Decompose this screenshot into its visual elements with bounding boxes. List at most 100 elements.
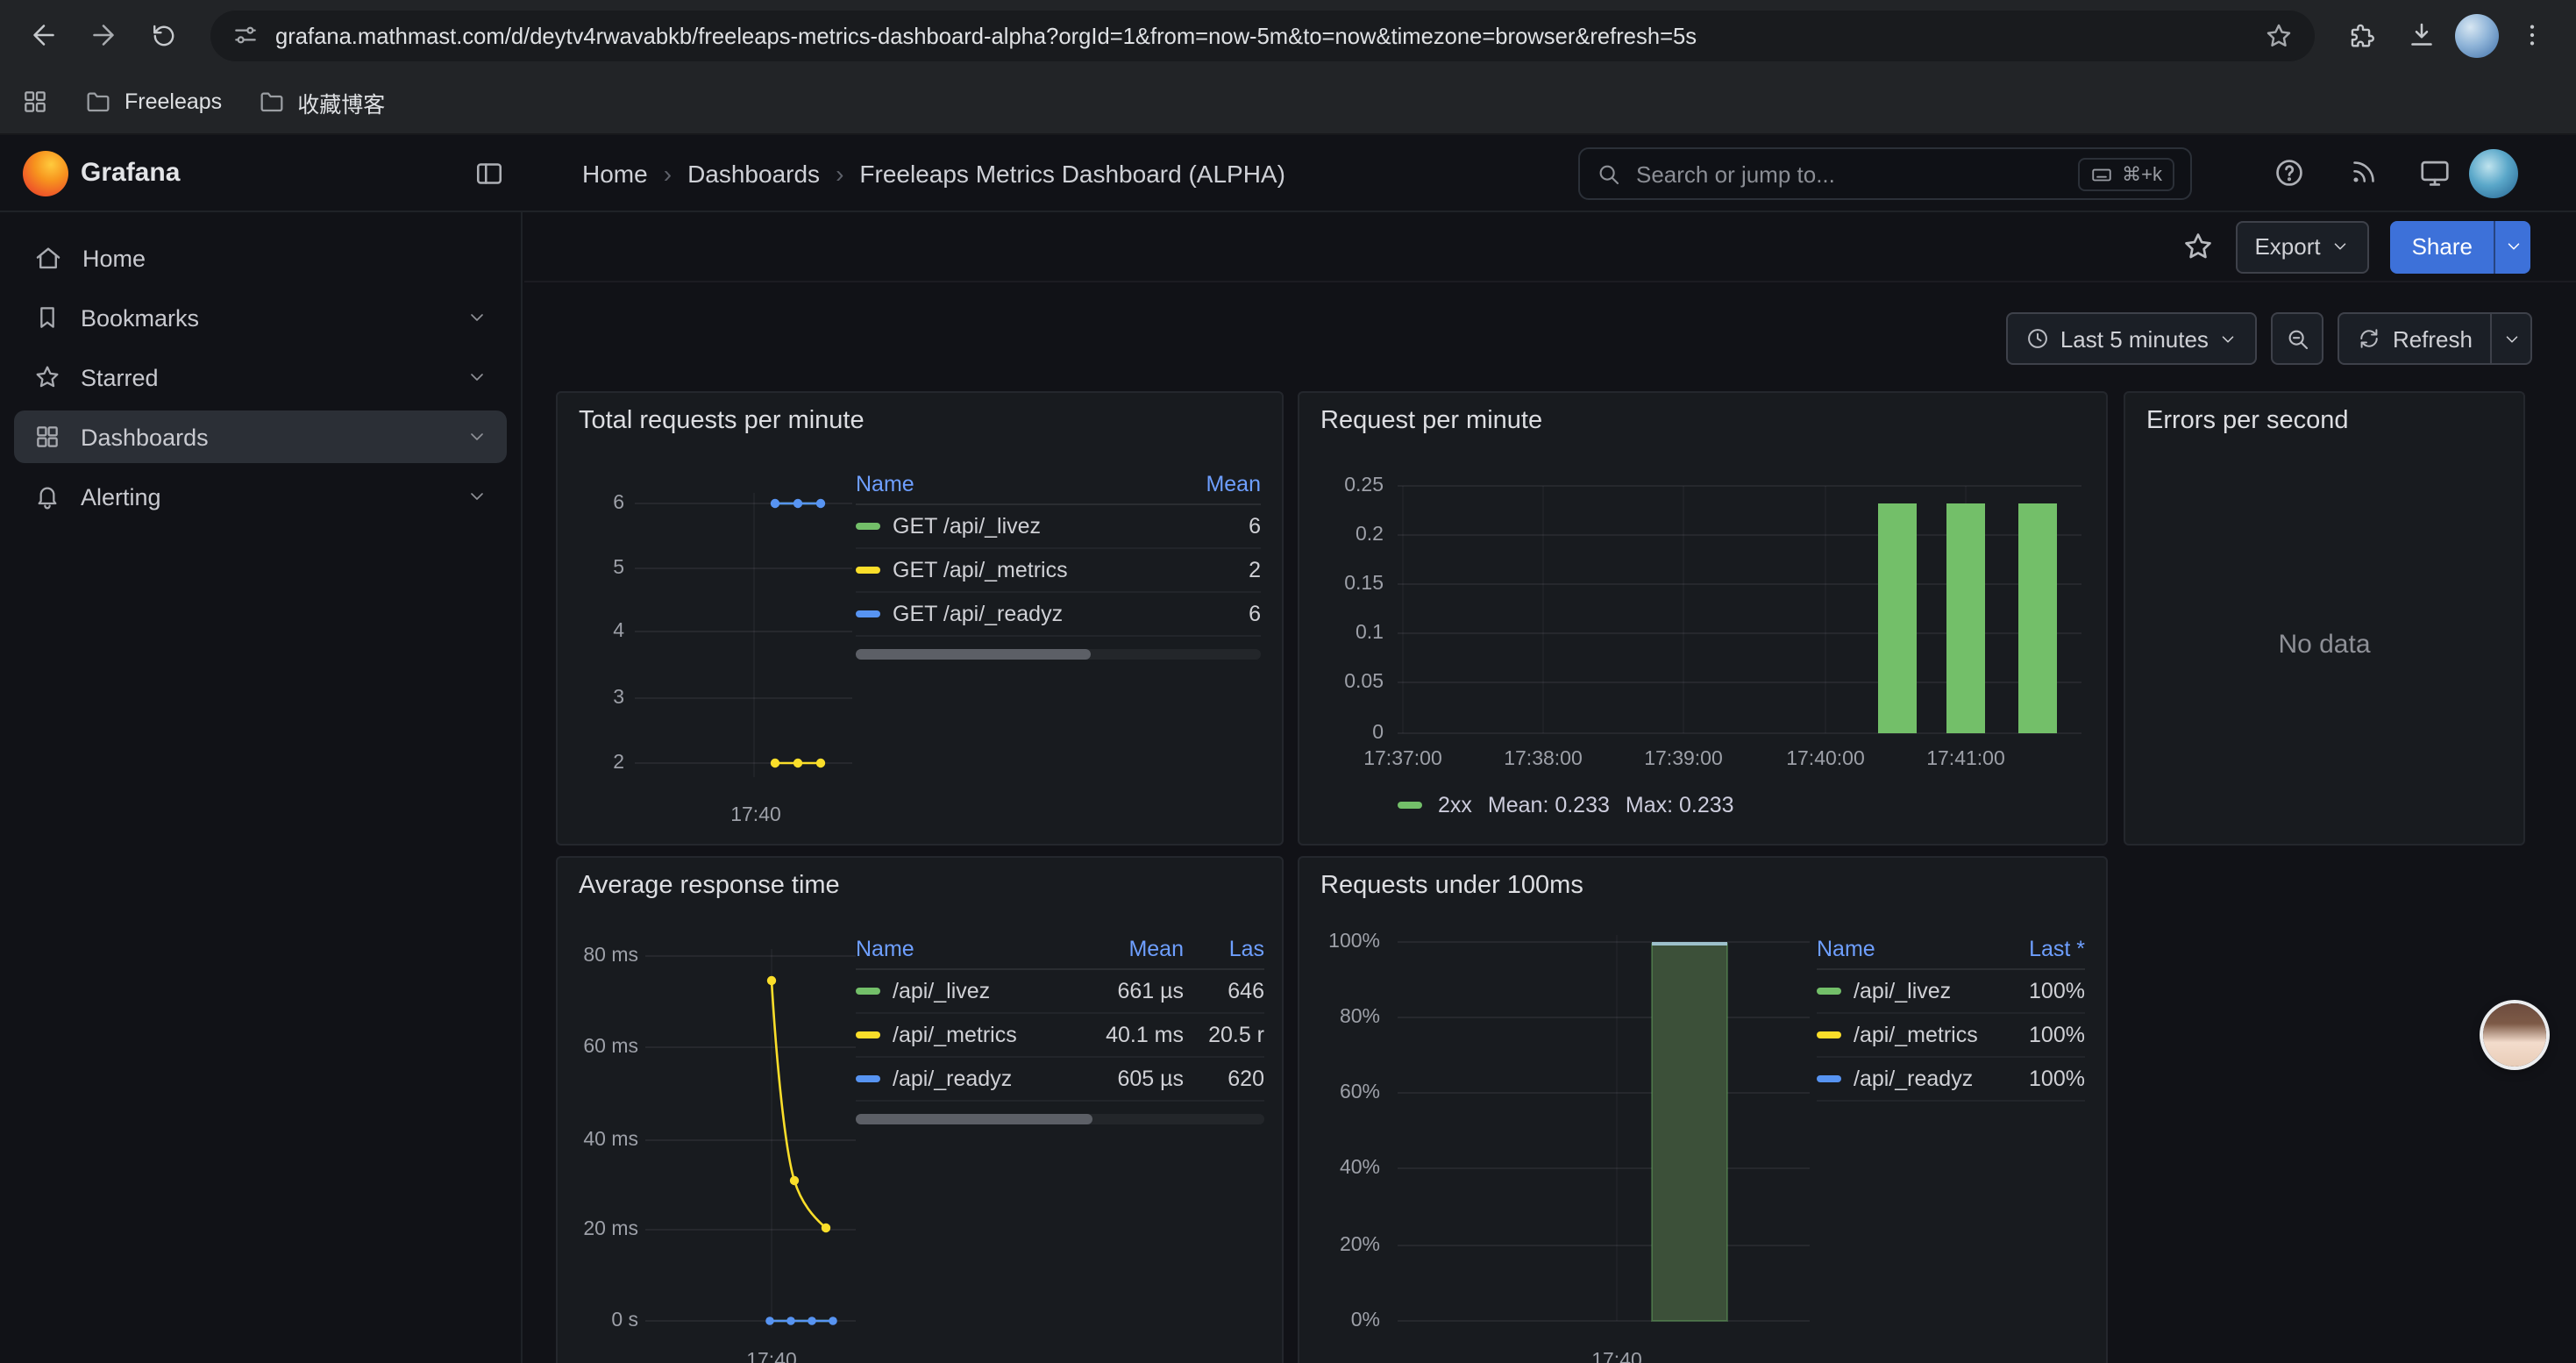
legend-scrollbar[interactable] bbox=[856, 649, 1261, 660]
sidebar-item-alerting[interactable]: Alerting bbox=[14, 470, 507, 523]
bookmark-blog-folder[interactable]: 收藏博客 bbox=[257, 85, 385, 118]
legend-row[interactable]: GET /api/_readyz 6 bbox=[856, 593, 1261, 637]
folder-icon bbox=[257, 88, 285, 116]
legend-row[interactable]: /api/_livez 100% bbox=[1817, 970, 2085, 1014]
x-tick: 17:40:00 bbox=[1769, 747, 1882, 772]
legend-row[interactable]: /api/_readyz 100% bbox=[1817, 1058, 2085, 1102]
breadcrumb-home[interactable]: Home bbox=[582, 135, 648, 212]
series-name: /api/_livez bbox=[1854, 979, 1951, 1003]
dashboard-area: Export Share Last 5 minutes bbox=[524, 212, 2576, 1363]
legend-col-last[interactable]: Las bbox=[1184, 936, 1264, 960]
display-button[interactable] bbox=[2418, 156, 2451, 189]
time-range-picker[interactable]: Last 5 minutes bbox=[2006, 312, 2258, 365]
grafana-logo[interactable] bbox=[23, 151, 68, 196]
legend-col-name[interactable]: Name bbox=[1817, 936, 2001, 960]
breadcrumb-dashboards[interactable]: Dashboards bbox=[687, 135, 820, 212]
news-button[interactable] bbox=[2348, 156, 2380, 188]
search-box[interactable]: ⌘+k bbox=[1578, 147, 2192, 200]
clock-icon bbox=[2025, 326, 2050, 351]
legend-row[interactable]: /api/_livez 661 µs 646 bbox=[856, 970, 1264, 1014]
site-settings-icon[interactable] bbox=[231, 21, 260, 49]
series-name: /api/_readyz bbox=[1854, 1067, 1973, 1091]
series-last: 620 bbox=[1184, 1067, 1264, 1091]
bookmark-freeleaps[interactable]: Freeleaps bbox=[84, 88, 222, 116]
search-input[interactable] bbox=[1636, 161, 2064, 187]
legend-scrollbar[interactable] bbox=[856, 1114, 1264, 1124]
apps-grid-icon bbox=[21, 88, 49, 116]
series-last: 100% bbox=[2001, 1067, 2085, 1091]
series-mean: 661 µs bbox=[1082, 979, 1184, 1003]
zoom-out-icon bbox=[2285, 325, 2311, 352]
sidebar-item-label: Alerting bbox=[81, 483, 161, 510]
x-tick: 17:38:00 bbox=[1487, 747, 1599, 772]
panel-title[interactable]: Errors per second bbox=[2146, 407, 2349, 435]
series-mean: 6 bbox=[1163, 602, 1261, 626]
bar-chart[interactable] bbox=[1398, 481, 2081, 739]
series-name: /api/_metrics bbox=[893, 1023, 1017, 1047]
sidebar-item-label: Starred bbox=[81, 364, 159, 390]
forward-button[interactable] bbox=[77, 9, 130, 61]
legend-col-name[interactable]: Name bbox=[856, 936, 1082, 960]
y-tick: 60% bbox=[1306, 1081, 1380, 1105]
browser-profile-avatar[interactable] bbox=[2455, 13, 2499, 57]
panel-title[interactable]: Average response time bbox=[579, 872, 840, 900]
y-tick: 80% bbox=[1306, 1005, 1380, 1030]
refresh-interval-button[interactable] bbox=[2490, 312, 2532, 365]
legend[interactable]: 2xx Mean: 0.233 Max: 0.233 bbox=[1398, 793, 1734, 817]
browser-menu-button[interactable] bbox=[2506, 9, 2558, 61]
sidebar-item-dashboards[interactable]: Dashboards bbox=[14, 410, 507, 463]
extensions-button[interactable] bbox=[2336, 9, 2388, 61]
apps-grid-button[interactable] bbox=[21, 88, 49, 116]
panel-title[interactable]: Request per minute bbox=[1320, 407, 1542, 435]
favorite-dashboard-button[interactable] bbox=[2181, 230, 2214, 263]
back-button[interactable] bbox=[18, 9, 70, 61]
address-bar[interactable]: grafana.mathmast.com/d/deytv4rwavabkb/fr… bbox=[210, 10, 2315, 61]
time-series-chart[interactable] bbox=[645, 946, 856, 1335]
share-button[interactable]: Share bbox=[2391, 220, 2494, 273]
panel-title[interactable]: Requests under 100ms bbox=[1320, 872, 1583, 900]
legend-row[interactable]: GET /api/_livez 6 bbox=[856, 505, 1261, 549]
export-button[interactable]: Export bbox=[2235, 220, 2369, 273]
share-menu-button[interactable] bbox=[2494, 220, 2530, 273]
legend-col-name[interactable]: Name bbox=[856, 471, 1163, 496]
scrollbar-thumb[interactable] bbox=[856, 1114, 1092, 1124]
series-last: 100% bbox=[2001, 1023, 2085, 1047]
sidebar-item-home[interactable]: Home bbox=[14, 232, 507, 284]
legend-col-last[interactable]: Last * bbox=[2001, 936, 2085, 960]
panel-title[interactable]: Total requests per minute bbox=[579, 407, 865, 435]
sidebar-item-starred[interactable]: Starred bbox=[14, 351, 507, 403]
time-series-chart[interactable] bbox=[635, 489, 852, 788]
refresh-icon bbox=[2358, 326, 2382, 351]
folder-icon bbox=[84, 88, 112, 116]
legend-row[interactable]: /api/_metrics 100% bbox=[1817, 1014, 2085, 1058]
sidebar-item-bookmarks[interactable]: Bookmarks bbox=[14, 291, 507, 344]
legend-row[interactable]: /api/_metrics 40.1 ms 20.5 r bbox=[856, 1014, 1264, 1058]
y-tick: 0 s bbox=[561, 1309, 638, 1333]
bell-icon bbox=[33, 482, 61, 510]
reload-button[interactable] bbox=[137, 9, 189, 61]
series-max: Max: 0.233 bbox=[1626, 793, 1734, 817]
legend-col-mean[interactable]: Mean bbox=[1163, 471, 1261, 496]
assistant-avatar[interactable] bbox=[2483, 1003, 2546, 1067]
user-avatar[interactable] bbox=[2469, 149, 2518, 198]
y-tick: 0.15 bbox=[1310, 572, 1384, 596]
url-text[interactable]: grafana.mathmast.com/d/deytv4rwavabkb/fr… bbox=[275, 22, 2248, 48]
help-button[interactable] bbox=[2273, 156, 2306, 189]
chevron-down-icon bbox=[2501, 329, 2521, 348]
refresh-button[interactable]: Refresh bbox=[2338, 312, 2492, 365]
y-tick: 0% bbox=[1306, 1309, 1380, 1333]
scrollbar-thumb[interactable] bbox=[856, 649, 1091, 660]
downloads-button[interactable] bbox=[2395, 9, 2448, 61]
series-name: GET /api/_readyz bbox=[893, 602, 1063, 626]
legend-col-mean[interactable]: Mean bbox=[1082, 936, 1184, 960]
sidebar-toggle-button[interactable] bbox=[473, 158, 505, 189]
legend-row[interactable]: /api/_readyz 605 µs 620 bbox=[856, 1058, 1264, 1102]
series-color-blue bbox=[856, 611, 880, 617]
zoom-out-time-button[interactable] bbox=[2272, 312, 2324, 365]
legend-row[interactable]: GET /api/_metrics 2 bbox=[856, 549, 1261, 593]
export-label: Export bbox=[2254, 233, 2320, 260]
bookmark-star-icon[interactable] bbox=[2264, 20, 2294, 50]
chevron-down-icon bbox=[466, 367, 487, 388]
bookmarks-bar: Freeleaps 收藏博客 bbox=[0, 70, 2576, 135]
bar-chart[interactable] bbox=[1398, 931, 1810, 1331]
